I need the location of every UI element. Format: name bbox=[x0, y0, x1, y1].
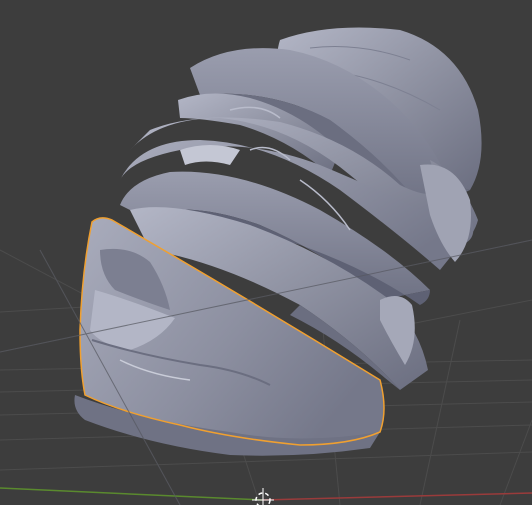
viewport-canvas[interactable] bbox=[0, 0, 532, 505]
3d-viewport[interactable] bbox=[0, 0, 532, 505]
